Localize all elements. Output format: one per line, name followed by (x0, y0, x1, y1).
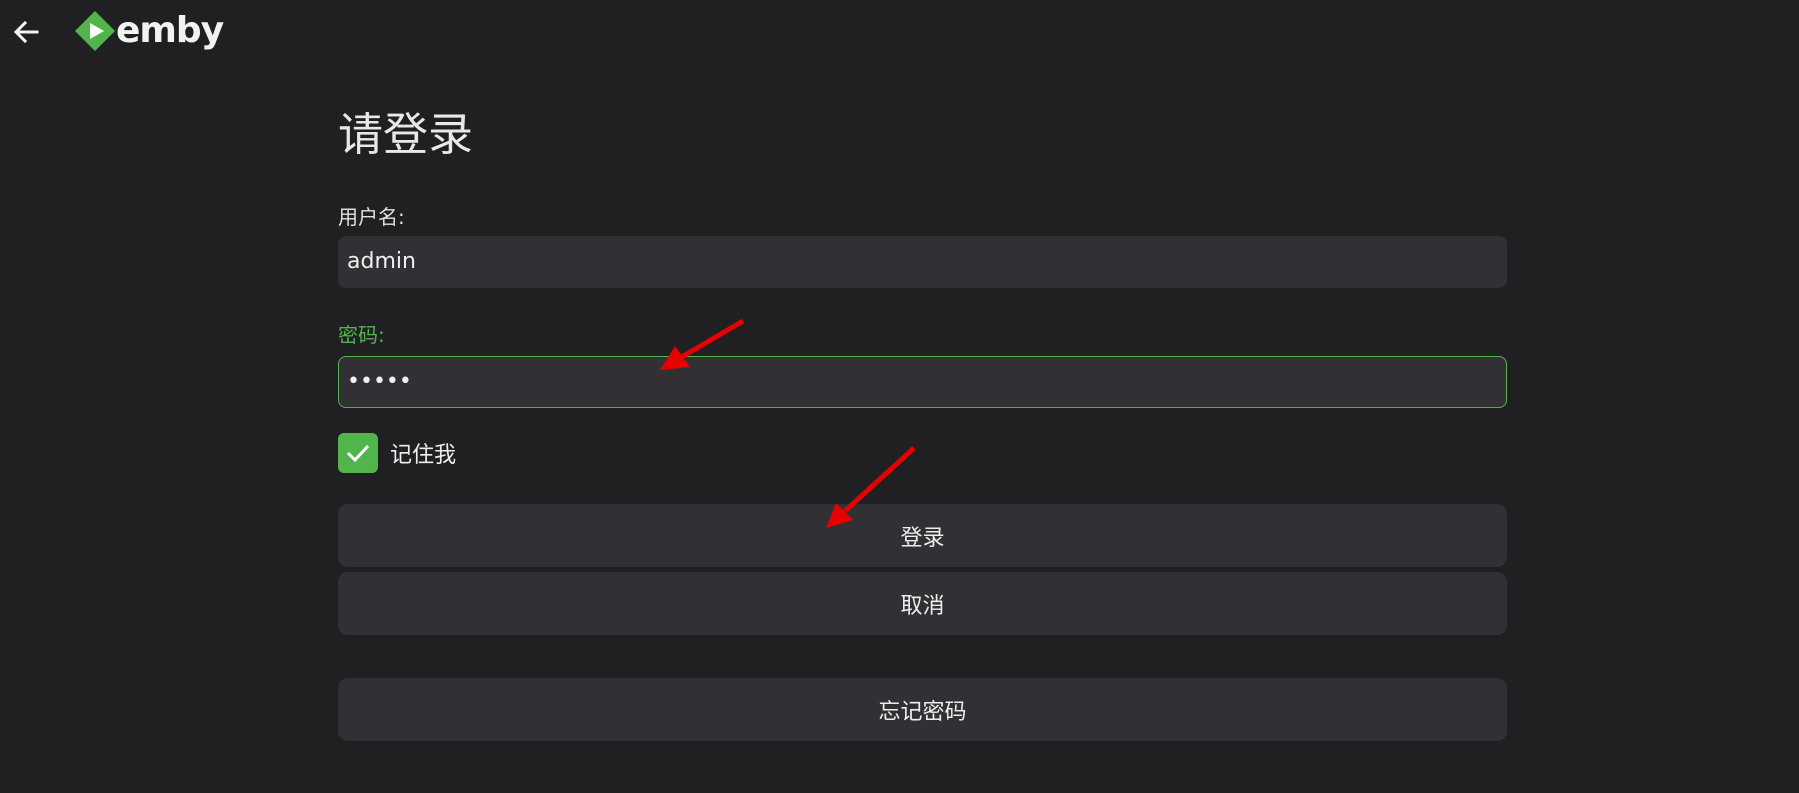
remember-me-row[interactable]: 记住我 (338, 433, 456, 473)
password-label: 密码: (338, 323, 385, 347)
emby-logo-icon (75, 11, 115, 51)
username-label: 用户名: (338, 205, 405, 229)
remember-me-label: 记住我 (390, 443, 457, 468)
checkmark-icon (346, 444, 370, 463)
arrow-left-icon (13, 20, 39, 44)
page-title: 请登录 (338, 108, 474, 161)
login-page: emby 请登录 用户名: admin 密码: ••••• 记住我 登录 取消 … (0, 0, 1799, 793)
back-button[interactable] (6, 12, 46, 52)
login-form: 请登录 用户名: admin 密码: ••••• 记住我 登录 取消 忘记密码 (338, 100, 1507, 741)
username-input[interactable]: admin (338, 236, 1507, 288)
emby-logo: emby (74, 10, 224, 52)
forgot-password-button[interactable]: 忘记密码 (338, 678, 1507, 741)
remember-me-checkbox[interactable] (338, 433, 378, 473)
password-input[interactable]: ••••• (338, 356, 1507, 408)
sign-in-button[interactable]: 登录 (338, 504, 1507, 567)
cancel-button[interactable]: 取消 (338, 572, 1507, 635)
logo-text: emby (116, 10, 224, 51)
